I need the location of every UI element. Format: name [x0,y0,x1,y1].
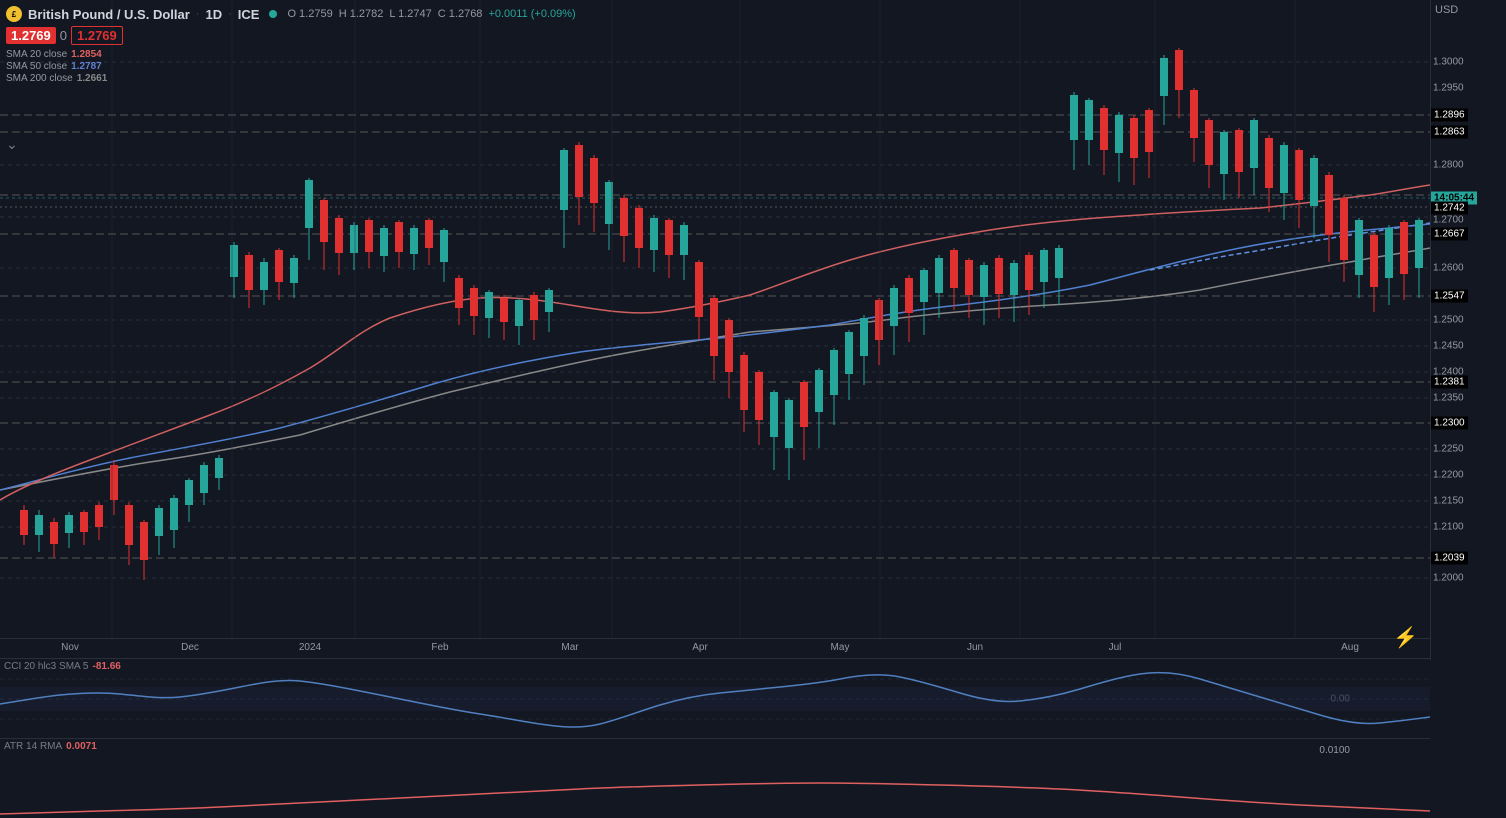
chart-header: £ British Pound / U.S. Dollar · 1D · ICE… [6,6,576,84]
qty-label: 0 [60,28,67,43]
price-2742-box: 1.2742 [1431,202,1468,215]
price-2950: 1.2950 [1433,83,1464,94]
price-box-outline[interactable]: 1.2769 [71,26,123,45]
collapse-arrow[interactable]: ⌄ [6,136,18,153]
price-box-red[interactable]: 1.2769 [6,27,56,44]
cci-panel: CCI 20 hlc3 SMA 5 -81.66 0.00 [0,658,1430,738]
price-2450: 1.2450 [1433,341,1464,352]
sma50-val: 1.2787 [71,61,102,72]
price-2800: 1.2800 [1433,160,1464,171]
price-2200: 1.2200 [1433,470,1464,481]
price-2100: 1.2100 [1433,522,1464,533]
timeframe-label: 1D [205,7,222,22]
x-label-jun: Jun [967,642,983,653]
separator1: · [196,8,200,20]
price-2250: 1.2250 [1433,444,1464,455]
price-2667-box: 1.2667 [1431,228,1468,241]
sma20-label: SMA 20 close [6,49,67,60]
ohlc-open: O 1.2759 [287,8,332,20]
price-change: +0.0011 (+0.09%) [488,8,575,20]
price-2547-box: 1.2547 [1431,290,1468,303]
atr-panel: ATR 14 RMA 0.0071 0.0100 [0,738,1430,818]
ohlc-low: L 1.2747 [389,8,431,20]
x-label-nov: Nov [61,642,79,653]
x-label-may: May [831,642,850,653]
x-axis: Nov Dec 2024 Feb Mar Apr May Jun Jul Aug [0,638,1430,658]
x-label-aug: Aug [1341,642,1359,653]
price-2150: 1.2150 [1433,496,1464,507]
separator2: · [228,8,232,20]
ohlc-close: C 1.2768 [438,8,483,20]
sma200-label: SMA 200 close [6,73,73,84]
sma200-val: 1.2661 [77,73,108,84]
x-label-mar: Mar [561,642,578,653]
sma20-val: 1.2854 [71,49,102,60]
price-2039-box: 1.2039 [1431,552,1468,565]
x-label-apr: Apr [692,642,708,653]
lightning-icon[interactable]: ⚡ [1393,625,1418,650]
sma50-label: SMA 50 close [6,61,67,72]
price-2700: 1.2700 [1433,215,1464,226]
symbol-logo: £ [6,6,22,22]
ohlc-high: H 1.2782 [339,8,384,20]
chart-container: £ British Pound / U.S. Dollar · 1D · ICE… [0,0,1506,818]
x-label-feb: Feb [431,642,448,653]
price-3000: 1.3000 [1433,57,1464,68]
price-2381-box: 1.2381 [1431,376,1468,389]
price-2896-box: 1.2896 [1431,109,1468,122]
price-2500: 1.2500 [1433,315,1464,326]
x-label-2024: 2024 [299,642,321,653]
currency-label: USD [1435,4,1458,16]
price-2300-box: 1.2300 [1431,417,1468,430]
y-axis: USD 1.3000 1.2950 1.2896 1.2863 1.2800 1… [1430,0,1506,660]
price-2863-box: 1.2863 [1431,126,1468,139]
price-2000: 1.2000 [1433,573,1464,584]
price-2350: 1.2350 [1433,393,1464,404]
price-chart [0,0,1430,660]
connection-icon [269,10,277,18]
x-label-dec: Dec [181,642,199,653]
exchange-label: ICE [238,7,260,22]
x-label-jul: Jul [1109,642,1122,653]
price-2600: 1.2600 [1433,263,1464,274]
symbol-full-name: British Pound / U.S. Dollar [28,7,190,22]
